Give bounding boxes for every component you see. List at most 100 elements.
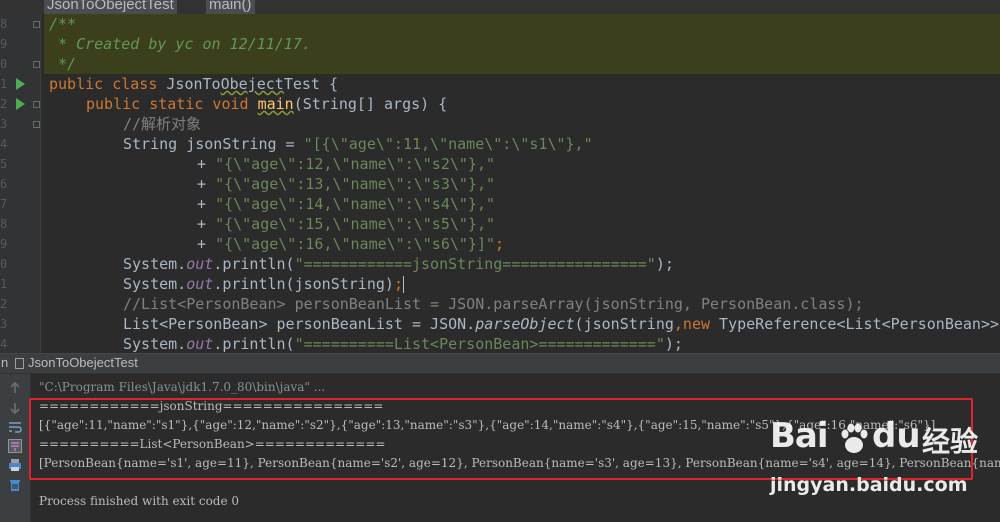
- code-token: +: [197, 235, 216, 253]
- code-token: +: [197, 195, 216, 213]
- code-token: Test {: [283, 75, 338, 93]
- run-gutter-icon[interactable]: [16, 78, 25, 90]
- code-token: "[{\"age\":11,\"name\":\"s1\"},": [303, 135, 593, 153]
- run-gutter-icon[interactable]: [16, 98, 25, 110]
- run-tab-label[interactable]: JsonToObejectTest: [28, 355, 138, 370]
- fold-marker-icon[interactable]: [33, 101, 40, 108]
- up-arrow-icon[interactable]: [8, 381, 22, 395]
- code-token: main: [257, 95, 294, 113]
- code-token: "============jsonString================": [294, 255, 656, 273]
- code-line: System.out.println("==========List<Perso…: [49, 334, 683, 353]
- code-line: */: [49, 54, 76, 74]
- code-token: System.: [123, 335, 187, 353]
- code-token: System.: [123, 255, 187, 273]
- run-tool-window: n JsonToObejectTest "C:\Program Files\Ja…: [0, 353, 1000, 522]
- line-number: 4: [0, 337, 8, 351]
- code-line: String jsonString = "[{\"age\":11,\"name…: [49, 134, 593, 154]
- console-output-line: ==========List<PersonBean>=============: [39, 437, 386, 451]
- line-number: 9: [0, 237, 8, 251]
- code-line: /**: [49, 14, 76, 34]
- line-number: 8: [0, 17, 8, 31]
- line-number: 2: [0, 297, 8, 311]
- code-line: System.out.println(jsonString);: [49, 274, 404, 294]
- code-token: .println(jsonString): [213, 275, 394, 293]
- code-token: parseObject: [475, 315, 575, 333]
- console-output-line: ============jsonString================: [39, 399, 384, 413]
- code-token: out: [186, 275, 214, 293]
- code-token: Obeject: [220, 75, 284, 93]
- breadcrumb-method[interactable]: main(): [206, 0, 255, 14]
- code-line: //List<PersonBean> personBeanList = JSON…: [49, 294, 864, 314]
- fold-marker-icon[interactable]: [33, 21, 40, 28]
- breadcrumb-class[interactable]: JsonToObejectTest: [44, 0, 177, 14]
- line-number: 9: [0, 37, 8, 51]
- line-number: 5: [0, 157, 8, 171]
- code-line: + "{\"age\":15,\"name\":\"s5\"},": [49, 214, 495, 234]
- line-number: 7: [0, 197, 8, 211]
- code-token: /**: [49, 15, 77, 33]
- code-line: public class JsonToObejectTest {: [49, 74, 338, 94]
- code-token: );: [655, 255, 674, 273]
- run-window-title-fragment: n: [1, 355, 9, 370]
- console-output-line: [PersonBean{name='s1', age=11}, PersonBe…: [39, 456, 1000, 470]
- run-tab-bar: n JsonToObejectTest: [0, 354, 1000, 374]
- line-number: 3: [0, 317, 8, 331]
- code-token: "{\"age\":12,\"name\":\"s2\"},": [215, 155, 496, 173]
- line-number: 2: [0, 97, 8, 111]
- code-token: (String[] args) {: [293, 95, 448, 113]
- code-token: .println(: [213, 335, 295, 353]
- run-config-icon: [15, 358, 24, 369]
- code-token: * Created by yc on 12/11/17.: [49, 35, 311, 53]
- run-toolbar: [0, 374, 31, 522]
- code-token: ;: [495, 235, 505, 253]
- code-token: );: [664, 335, 683, 353]
- code-token: JsonTo: [166, 75, 221, 93]
- code-token: public class: [49, 75, 167, 93]
- code-token: (jsonString: [574, 315, 674, 333]
- code-token: +: [197, 175, 216, 193]
- code-token: //解析对象: [123, 115, 202, 133]
- print-icon[interactable]: [8, 458, 22, 472]
- code-line: public static void main(String[] args) {: [49, 94, 447, 114]
- code-token: ;: [393, 275, 403, 293]
- fold-marker-icon[interactable]: [33, 61, 40, 68]
- down-arrow-icon[interactable]: [8, 401, 22, 415]
- code-token: //List<PersonBean> personBeanList = JSON…: [123, 295, 864, 313]
- trash-icon[interactable]: [8, 478, 22, 492]
- scroll-to-end-icon[interactable]: [8, 439, 22, 453]
- line-number: 0: [0, 57, 8, 71]
- console-output-line: [{"age":11,"name":"s1"},{"age":12,"name"…: [39, 418, 936, 432]
- fold-marker-icon[interactable]: [33, 121, 40, 128]
- console-command-line: "C:\Program Files\Java\jdk1.7.0_80\bin\j…: [39, 380, 326, 394]
- code-line: * Created by yc on 12/11/17.: [49, 34, 311, 54]
- doc-comment-highlight: [44, 14, 1000, 34]
- code-token: new: [682, 315, 720, 333]
- line-number: 1: [0, 77, 8, 91]
- code-line: + "{\"age\":16,\"name\":\"s6\"}]";: [49, 234, 504, 254]
- line-number: 4: [0, 137, 8, 151]
- code-token: .println(: [213, 255, 295, 273]
- code-token: "==========List<PersonBean>=============…: [294, 335, 665, 353]
- console-output[interactable]: "C:\Program Files\Java\jdk1.7.0_80\bin\j…: [31, 374, 1000, 522]
- code-token: "{\"age\":16,\"name\":\"s6\"}]": [215, 235, 496, 253]
- console-output-line: Process finished with exit code 0: [39, 494, 240, 508]
- code-line: + "{\"age\":14,\"name\":\"s4\"},": [49, 194, 495, 214]
- code-token: +: [197, 215, 216, 233]
- code-token: */: [49, 55, 77, 73]
- code-token: List<PersonBean> personBeanList = JSON.: [123, 315, 476, 333]
- code-line: System.out.println("============jsonStri…: [49, 254, 674, 274]
- text-caret: [402, 276, 404, 293]
- line-number: 8: [0, 217, 8, 231]
- code-line: + "{\"age\":13,\"name\":\"s3\"},": [49, 174, 495, 194]
- line-number: 1: [0, 277, 8, 291]
- code-token: "{\"age\":13,\"name\":\"s3\"},": [215, 175, 496, 193]
- code-line: List<PersonBean> personBeanList = JSON.p…: [49, 314, 999, 334]
- code-token: TypeReference<List<PersonBean>>: [719, 315, 1000, 333]
- code-token: out: [186, 255, 214, 273]
- code-editor[interactable]: JsonToObejectTest main() 8 9 0 1 2 3 4 5 6 7 8 9 0 1 2…: [0, 0, 1000, 353]
- soft-wrap-icon[interactable]: [8, 420, 22, 434]
- code-token: out: [186, 335, 214, 353]
- line-number: 0: [0, 257, 8, 271]
- code-token: public static void: [86, 95, 258, 113]
- editor-gutter: 8 9 0 1 2 3 4 5 6 7 8 9 0 1 2 3 4: [0, 14, 41, 353]
